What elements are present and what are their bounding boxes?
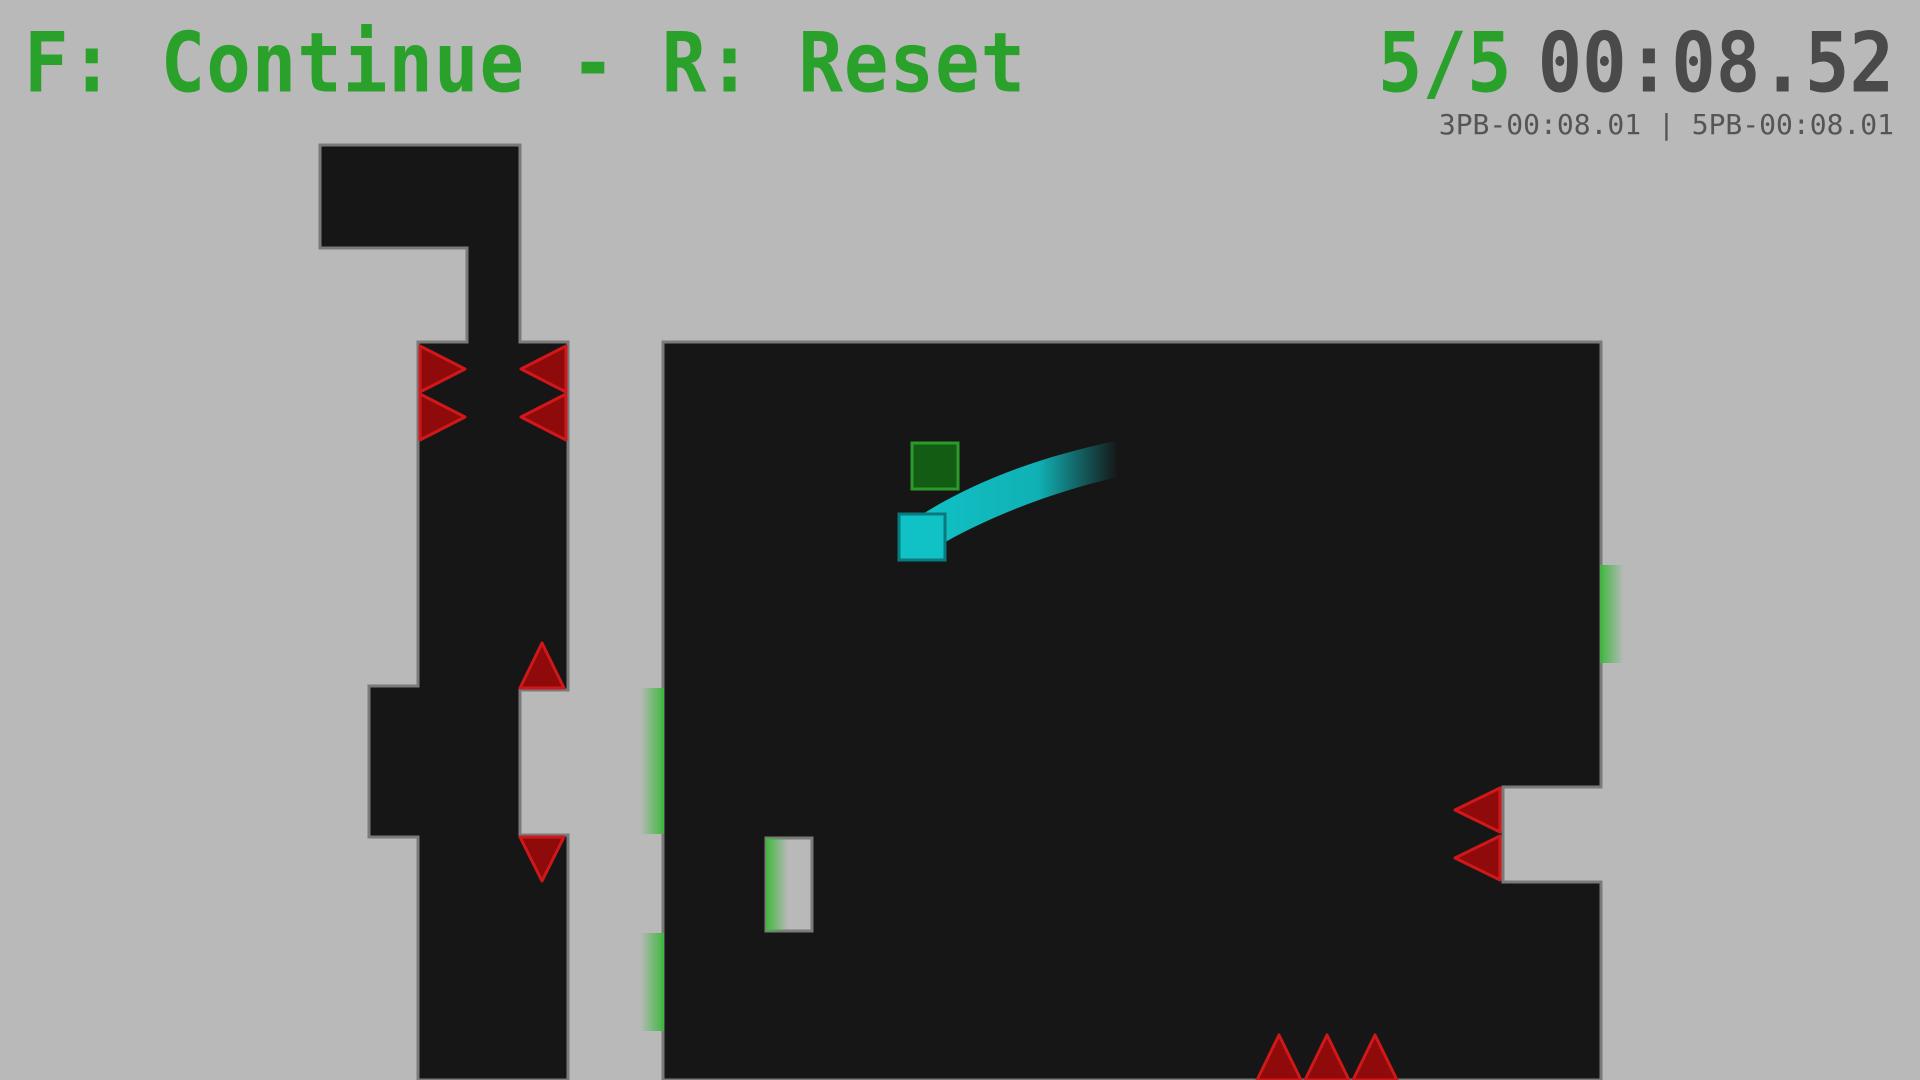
bounce-pad-right [1600,565,1624,663]
level-counter: 5/5 [1377,15,1512,112]
bounce-pad-left-lower [640,933,664,1031]
left-shaft [318,143,570,1080]
bounce-pad-left-upper [640,688,664,834]
run-timer: 00:08.52 [1537,15,1894,112]
hud-status-row: 5/5 00:08.52 [1378,22,1894,105]
bounce-pad-notch [766,838,788,931]
goal-block [910,441,960,491]
player-cube [897,512,947,562]
main-room [661,340,1603,1080]
controls-hint: F: Continue - R: Reset [24,15,1027,112]
hud-status: 5/5 00:08.52 3PB-00:08.01 | 5PB-00:08.01 [1378,22,1894,141]
level-canvas [318,143,1624,1080]
personal-best-times: 3PB-00:08.01 | 5PB-00:08.01 [1438,108,1894,141]
